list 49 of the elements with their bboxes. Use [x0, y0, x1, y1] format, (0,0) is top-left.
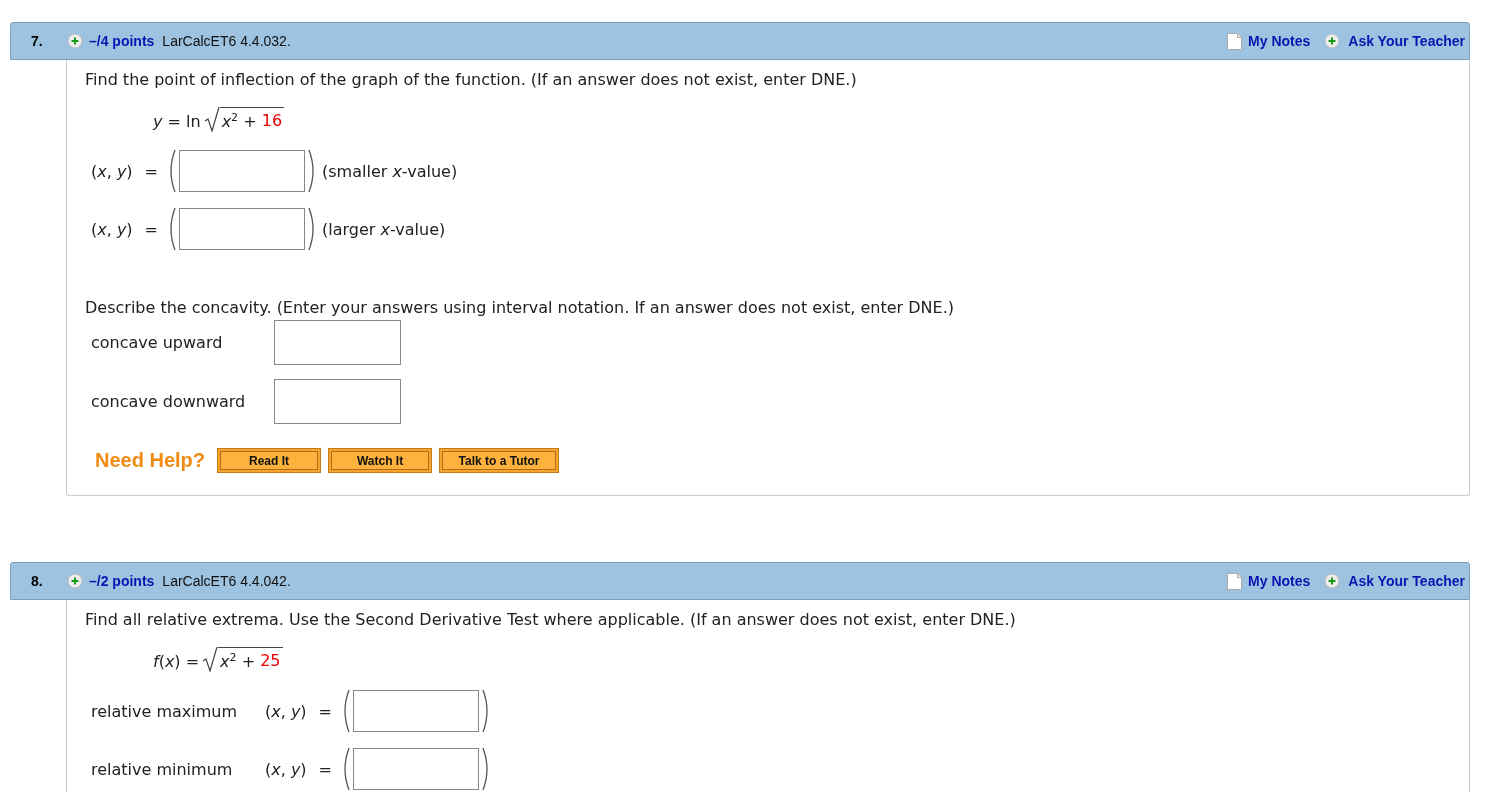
- note-icon: [1226, 31, 1244, 51]
- notes-link[interactable]: My Notes: [1248, 573, 1311, 589]
- question-number: 8.: [31, 573, 44, 589]
- field-label: relative maximum: [91, 701, 239, 721]
- ask-teacher-link[interactable]: Ask Your Teacher: [1348, 33, 1465, 49]
- plus-icon: [1324, 573, 1341, 589]
- question-text: Find the point of inflection of the graph of the function. (If an answer does not exist, enter DNE.): [85, 69, 858, 91]
- points-link[interactable]: –/2 points: [89, 573, 155, 589]
- answer-field[interactable]: [274, 320, 401, 365]
- answer-note: (smaller x-value): [322, 161, 458, 181]
- field-label: concave upward: [91, 333, 224, 352]
- answer-field[interactable]: [353, 748, 479, 790]
- equals-sign: =: [144, 161, 158, 181]
- radicand-text: x$^{2}$ +: [220, 650, 256, 671]
- question-code: LarCalcET6 4.4.032.: [162, 33, 291, 49]
- help-button[interactable]: Watch It: [328, 448, 433, 473]
- radicand-text: x$^{2}$ +: [221, 110, 257, 131]
- answer-field[interactable]: [179, 150, 305, 192]
- answer-field[interactable]: [274, 379, 401, 424]
- answer-field[interactable]: [353, 690, 479, 732]
- formula-text: y = ln: [153, 112, 201, 132]
- equals-sign: =: [318, 759, 332, 779]
- plus-icon: [67, 33, 83, 49]
- need-help-label: Need Help?: [95, 449, 206, 472]
- points-link[interactable]: –/4 points: [89, 33, 155, 49]
- answer-note: (larger x-value): [322, 219, 446, 239]
- answer-field[interactable]: [179, 208, 305, 250]
- plus-icon: [1324, 33, 1341, 49]
- coordinate-label: (x, y): [91, 161, 133, 181]
- ask-teacher-link[interactable]: Ask Your Teacher: [1348, 573, 1465, 589]
- question-code: LarCalcET6 4.4.042.: [162, 573, 291, 589]
- coordinate-label: (x, y): [265, 759, 307, 779]
- radicand-constant: 16: [260, 110, 283, 131]
- field-label: concave downward: [91, 392, 247, 411]
- question-text: Find all relative extrema. Use the Second Derivative Test where applicable. (If an answer does not exist, enter DNE.): [85, 609, 1017, 631]
- coordinate-label: (x, y): [265, 701, 307, 721]
- coordinate-label: (x, y): [91, 219, 133, 239]
- note-icon: [1226, 571, 1244, 591]
- help-button[interactable]: Talk to a Tutor: [439, 448, 560, 473]
- radicand-constant: 25: [259, 650, 281, 671]
- equals-sign: =: [318, 701, 332, 721]
- equals-sign: =: [144, 219, 158, 239]
- formula-text: f(x) =: [153, 652, 200, 672]
- notes-link[interactable]: My Notes: [1248, 33, 1311, 49]
- question-number: 7.: [31, 33, 44, 49]
- question-text: Describe the concavity. (Enter your answers using interval notation. If an answer does not exist, enter DNE.): [85, 297, 955, 319]
- plus-icon: [67, 573, 83, 589]
- help-button[interactable]: Read It: [217, 448, 322, 473]
- field-label: relative minimum: [91, 759, 234, 779]
